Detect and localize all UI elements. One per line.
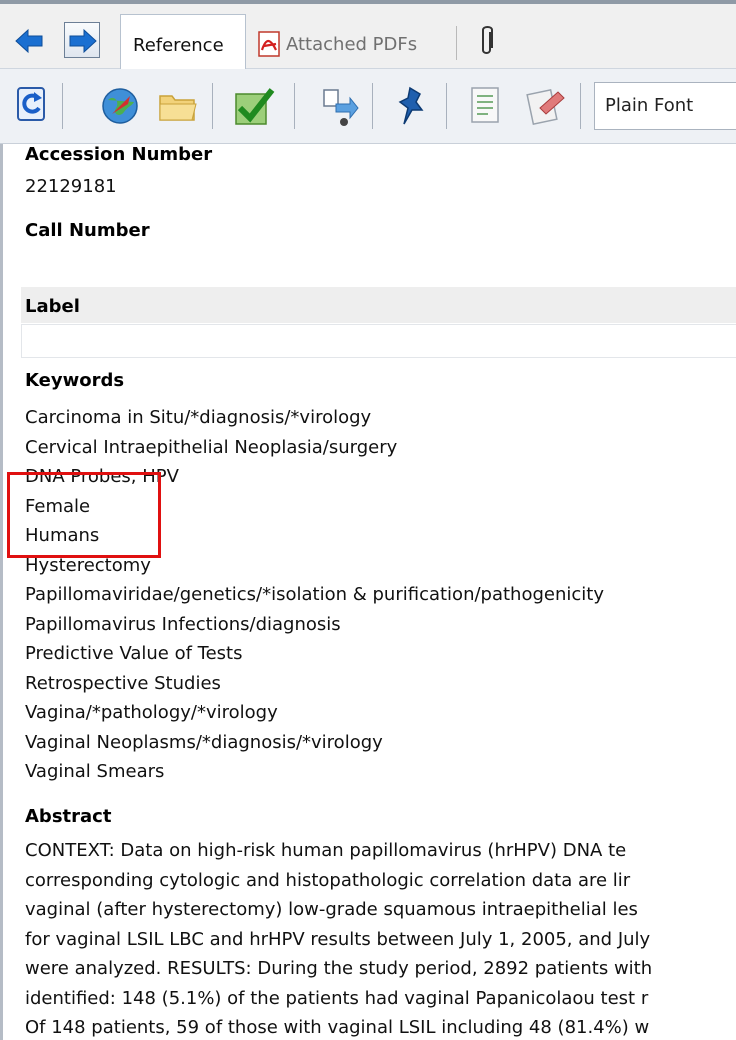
pdf-icon	[258, 31, 280, 57]
globe-icon	[102, 88, 138, 124]
abstract-line: corresponding cytologic and histopatholo…	[25, 869, 631, 891]
keyword-item: Vagina/*pathology/*virology	[25, 702, 278, 723]
abstract-label: Abstract	[25, 806, 112, 827]
folder-icon	[159, 95, 197, 121]
abstract-line: were analyzed. RESULTS: During the study…	[25, 958, 653, 979]
abstract-line: vaginal (after hysterectomy) low-grade s…	[25, 899, 638, 920]
label-field-header	[21, 287, 736, 323]
accession-number-label: Accession Number	[25, 144, 213, 165]
keywords-list[interactable]: Carcinoma in Situ/*diagnosis/*virology C…	[25, 403, 604, 787]
back-arrow-icon	[15, 28, 43, 54]
keyword-item: Retrospective Studies	[25, 672, 221, 694]
edit-document-icon	[471, 87, 499, 123]
back-button[interactable]	[10, 22, 46, 58]
refresh-button[interactable]	[12, 84, 56, 128]
attachments-button[interactable]	[478, 24, 496, 62]
forward-button[interactable]	[64, 22, 100, 58]
toolbar-separator	[446, 83, 447, 129]
edit-reference-button[interactable]	[466, 84, 510, 128]
toolbar-separator	[62, 83, 63, 129]
keyword-item: Papillomavirus Infections/diagnosis	[25, 613, 341, 635]
tab-reference[interactable]: Reference	[120, 14, 246, 72]
pushpin-icon	[398, 86, 424, 125]
toolbar-separator	[580, 83, 581, 129]
toolbar-separator	[212, 83, 213, 129]
keyword-item: Vaginal Neoplasms/*diagnosis/*virology	[25, 731, 383, 753]
forward-arrow-icon	[69, 28, 97, 54]
toolbar-separator	[294, 83, 295, 129]
abstract-line: identified: 148 (5.1%) of the patients h…	[25, 987, 649, 1009]
tab-bar: Reference Attached PDFs	[0, 4, 736, 72]
abstract-text[interactable]: CONTEXT: Data on high-risk human papillo…	[25, 836, 736, 1040]
format-icon	[526, 88, 565, 126]
tab-separator	[456, 26, 457, 60]
keyword-item: Papillomaviridae/genetics/*isolation & p…	[25, 584, 604, 605]
keyword-item: Predictive Value of Tests	[25, 643, 243, 664]
checkmark-icon	[235, 88, 275, 125]
call-number-field[interactable]	[21, 248, 736, 284]
highlight-box	[7, 472, 161, 558]
keywords-label: Keywords	[25, 370, 125, 391]
abstract-line: Of 148 patients, 59 of those with vagina…	[25, 1017, 650, 1038]
tab-attached-pdfs[interactable]: Attached PDFs	[250, 14, 450, 72]
online-search-button[interactable]	[98, 84, 142, 128]
tab-reference-label: Reference	[133, 35, 224, 56]
find-fulltext-button[interactable]	[318, 84, 362, 128]
font-select[interactable]: Plain Font	[594, 82, 736, 130]
abstract-line: for vaginal LSIL LBC and hrHPV results b…	[25, 928, 651, 950]
keyword-item: Carcinoma in Situ/*diagnosis/*virology	[25, 407, 372, 428]
call-number-label: Call Number	[25, 220, 150, 241]
label-field[interactable]	[21, 324, 736, 358]
open-folder-button[interactable]	[156, 84, 200, 128]
accession-number-value[interactable]: 22129181	[25, 176, 117, 197]
find-fulltext-icon	[323, 89, 359, 126]
pin-button[interactable]	[390, 84, 434, 128]
reference-fields-panel: Accession Number 22129181 Call Number La…	[0, 144, 736, 1040]
label-label: Label	[25, 296, 80, 317]
toolbar-separator	[372, 83, 373, 129]
font-select-value: Plain Font	[605, 95, 694, 116]
reference-toolbar: Plain Font	[0, 69, 736, 144]
abstract-line: CONTEXT: Data on high-risk human papillo…	[25, 840, 627, 861]
format-bibliography-button[interactable]	[524, 84, 568, 128]
mark-read-button[interactable]	[232, 84, 276, 128]
keyword-item: Vaginal Smears	[25, 761, 165, 782]
refresh-icon	[17, 87, 45, 121]
paperclip-icon	[482, 26, 493, 54]
keyword-item: Cervical Intraepithelial Neoplasia/surge…	[25, 436, 398, 458]
tab-attached-pdfs-label: Attached PDFs	[286, 34, 418, 55]
